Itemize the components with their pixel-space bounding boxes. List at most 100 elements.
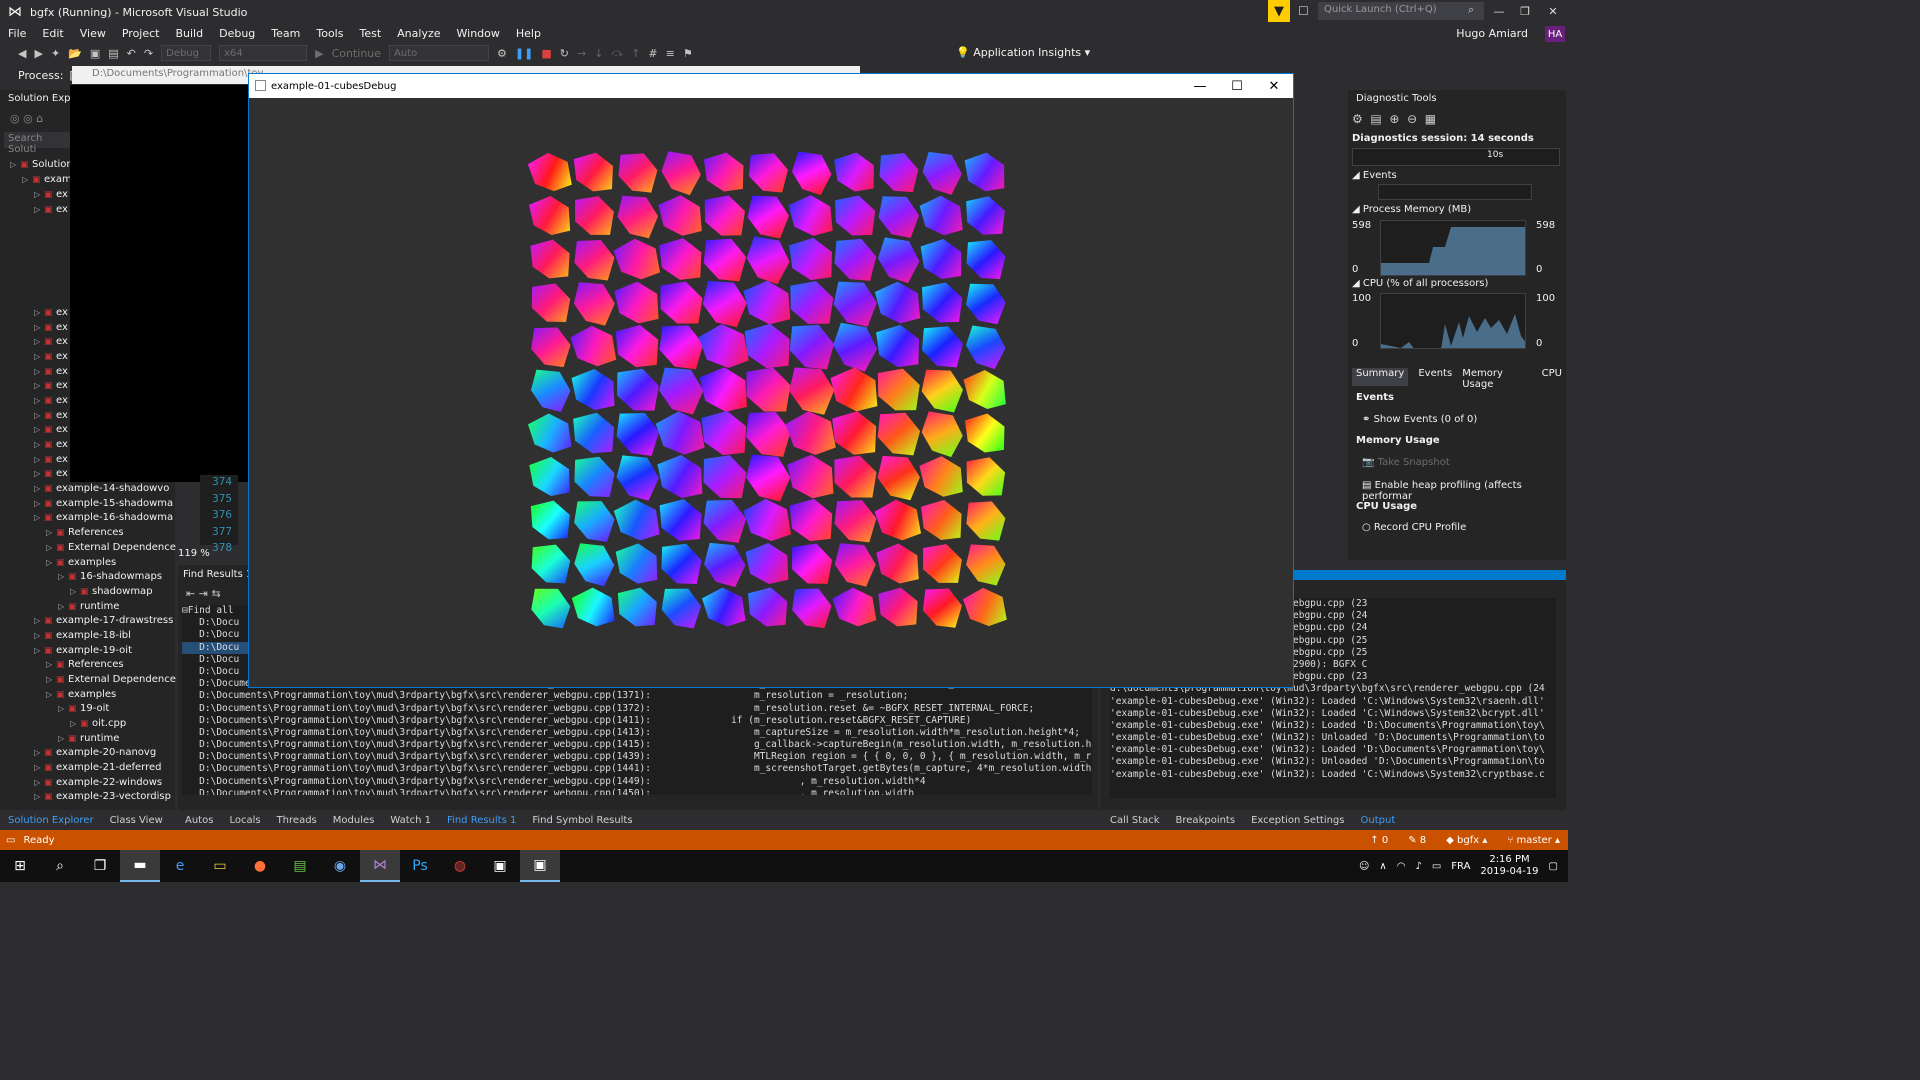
- expand-arrow-icon[interactable]: ▷: [46, 558, 56, 567]
- settings-icon[interactable]: ⚙: [1352, 112, 1363, 126]
- tree-item[interactable]: ▷ ▣ examples: [0, 689, 116, 703]
- expand-arrow-icon[interactable]: ▷: [70, 587, 80, 596]
- continue-button[interactable]: Continue: [332, 47, 381, 60]
- prev-result-icon[interactable]: ⇤: [186, 587, 195, 600]
- expand-arrow-icon[interactable]: ▷: [34, 381, 44, 390]
- tree-item[interactable]: ▷ ▣ ex: [0, 307, 68, 321]
- expand-arrow-icon[interactable]: ▷: [34, 778, 44, 787]
- tree-item[interactable]: ▷ ▣ runtime: [0, 601, 119, 615]
- tab-modules[interactable]: Modules: [325, 815, 383, 826]
- tree-item[interactable]: ▷ ▣ External Dependence: [0, 674, 176, 688]
- menu-edit[interactable]: Edit: [34, 27, 71, 40]
- quick-launch-input[interactable]: Quick Launch (Ctrl+Q): [1318, 2, 1484, 20]
- forward-icon[interactable]: ◎: [23, 112, 33, 125]
- expand-arrow-icon[interactable]: ▷: [34, 455, 44, 464]
- home-icon[interactable]: ⌂: [36, 112, 43, 125]
- tree-item[interactable]: ▷ ▣ ex: [0, 380, 68, 394]
- tree-item[interactable]: ▷ ▣ example-23-vectordisp: [0, 791, 171, 805]
- next-result-icon[interactable]: ⇥: [199, 587, 208, 600]
- tree-item[interactable]: ▷ ▣ ex: [0, 322, 68, 336]
- find-result-line[interactable]: D:\Documents\Programmation\toy\mud\3rdpa…: [182, 776, 1092, 788]
- tab-find-results-1[interactable]: Find Results 1: [439, 815, 524, 826]
- expand-arrow-icon[interactable]: ▷: [34, 425, 44, 434]
- back-icon[interactable]: ◀: [18, 47, 26, 60]
- tab-call-stack[interactable]: Call Stack: [1102, 815, 1168, 826]
- battery-icon[interactable]: ▭: [1432, 861, 1441, 872]
- heap-profiling-button[interactable]: ▤ Enable heap profiling (affects perform…: [1362, 480, 1566, 502]
- task-view-icon[interactable]: ❐: [80, 850, 120, 882]
- expand-arrow-icon[interactable]: ▷: [34, 367, 44, 376]
- find-result-line[interactable]: D:\Documents\Programmation\toy\mud\3rdpa…: [182, 751, 1092, 763]
- expand-arrow-icon[interactable]: ▷: [34, 440, 44, 449]
- visual-studio-taskbar-icon[interactable]: ⋈: [360, 850, 400, 882]
- application-insights-button[interactable]: 💡 Application Insights ▾: [956, 46, 1090, 59]
- zoom-out-icon[interactable]: ⊖: [1407, 112, 1417, 126]
- people-icon[interactable]: ☺: [1359, 861, 1369, 872]
- notepad-icon[interactable]: ▤: [280, 850, 320, 882]
- windows-start-icon[interactable]: ⊞: [0, 850, 40, 882]
- menu-test[interactable]: Test: [351, 27, 389, 40]
- tree-item[interactable]: ▷ ▣ examples: [0, 557, 116, 571]
- tree-item[interactable]: ▷ ▣ ex: [0, 336, 68, 350]
- tree-item[interactable]: ▷ ▣ External Dependence: [0, 542, 176, 556]
- expand-arrow-icon[interactable]: ▷: [34, 190, 44, 199]
- expand-arrow-icon[interactable]: ▷: [34, 308, 44, 317]
- find-result-line[interactable]: D:\Documents\Programmation\toy\mud\3rdpa…: [182, 739, 1092, 751]
- expand-arrow-icon[interactable]: ▷: [34, 396, 44, 405]
- close-button[interactable]: ✕: [1540, 0, 1566, 22]
- app-close-button[interactable]: ✕: [1255, 74, 1293, 98]
- tree-item[interactable]: ▷ ▣ shadowmap: [0, 586, 153, 600]
- app-minimize-button[interactable]: —: [1181, 74, 1219, 98]
- tree-item[interactable]: ▷ ▣ References: [0, 659, 124, 673]
- diag-tab-summary[interactable]: Summary: [1352, 368, 1409, 386]
- show-next-statement-icon[interactable]: →: [577, 47, 586, 60]
- tree-item[interactable]: ▷ ▣ ex: [0, 366, 68, 380]
- tray-expand-icon[interactable]: ∧: [1379, 861, 1386, 872]
- repo-name[interactable]: ◆ bgfx ▴: [1446, 835, 1487, 846]
- maximize-button[interactable]: ❐: [1512, 0, 1538, 22]
- search-icon[interactable]: ⌕: [40, 850, 80, 882]
- tree-item[interactable]: ▷ ▣ 16-shadowmaps: [0, 571, 162, 585]
- tab-watch-1[interactable]: Watch 1: [382, 815, 439, 826]
- find-result-line[interactable]: D:\Documents\Programmation\toy\mud\3rdpa…: [182, 763, 1092, 775]
- volume-icon[interactable]: ♪: [1415, 861, 1421, 872]
- expand-arrow-icon[interactable]: ▷: [34, 411, 44, 420]
- tree-item[interactable]: ▷ ▣ example-21-deferred: [0, 762, 161, 776]
- pause-icon[interactable]: ❚❚: [515, 47, 533, 60]
- branch-name[interactable]: ⑂ master ▴: [1507, 835, 1560, 846]
- expand-arrow-icon[interactable]: ▷: [34, 763, 44, 772]
- tree-item[interactable]: ▷ ▣ example-15-shadowma: [0, 498, 173, 512]
- expand-arrow-icon[interactable]: ▷: [34, 352, 44, 361]
- select-tools-icon[interactable]: ▤: [1370, 112, 1381, 126]
- tree-item[interactable]: ▷ ▣ ex: [0, 395, 68, 409]
- tree-item[interactable]: ▷ ▣ example-14-shadowvo: [0, 483, 169, 497]
- feedback-icon[interactable]: ☐: [1298, 4, 1309, 18]
- step-out-icon[interactable]: ↑: [631, 47, 640, 60]
- thread-icon[interactable]: ≡: [666, 47, 675, 60]
- tree-item[interactable]: ▷ ▣ example-17-drawstress: [0, 615, 173, 629]
- expand-arrow-icon[interactable]: ▷: [34, 205, 44, 214]
- tree-item[interactable]: ▷ ▣ ex: [0, 424, 68, 438]
- show-events-button[interactable]: ⚭ Show Events (0 of 0): [1362, 414, 1477, 425]
- expand-arrow-icon[interactable]: ▷: [34, 484, 44, 493]
- diag-tab-events[interactable]: Events: [1418, 368, 1452, 386]
- menu-build[interactable]: Build: [167, 27, 211, 40]
- tree-item[interactable]: ▷ ▣ ex: [0, 454, 68, 468]
- redo-icon[interactable]: ↷: [144, 47, 153, 60]
- hex-icon[interactable]: #: [648, 47, 657, 60]
- tree-item[interactable]: ▷ ▣ Solution: [0, 159, 73, 173]
- tree-item[interactable]: ▷ ▣ example-16-shadowma: [0, 512, 173, 526]
- clock[interactable]: 2:16 PM 2019-04-19: [1480, 854, 1538, 878]
- tab-exception-settings[interactable]: Exception Settings: [1243, 815, 1352, 826]
- back-icon[interactable]: ◎: [10, 112, 20, 125]
- expand-arrow-icon[interactable]: ▷: [58, 572, 68, 581]
- expand-arrow-icon[interactable]: ▷: [34, 499, 44, 508]
- firefox-icon[interactable]: ●: [240, 850, 280, 882]
- forward-icon[interactable]: ▶: [34, 47, 42, 60]
- find-result-line[interactable]: D:\Documents\Programmation\toy\mud\3rdpa…: [182, 715, 1092, 727]
- tree-item[interactable]: ▷ ▣ ex: [0, 189, 68, 203]
- tree-item[interactable]: ▷ ▣ example-18-ibl: [0, 630, 131, 644]
- tree-item[interactable]: ▷ ▣ ex: [0, 439, 68, 453]
- expand-arrow-icon[interactable]: ▷: [34, 792, 44, 801]
- language-indicator[interactable]: FRA: [1451, 861, 1470, 872]
